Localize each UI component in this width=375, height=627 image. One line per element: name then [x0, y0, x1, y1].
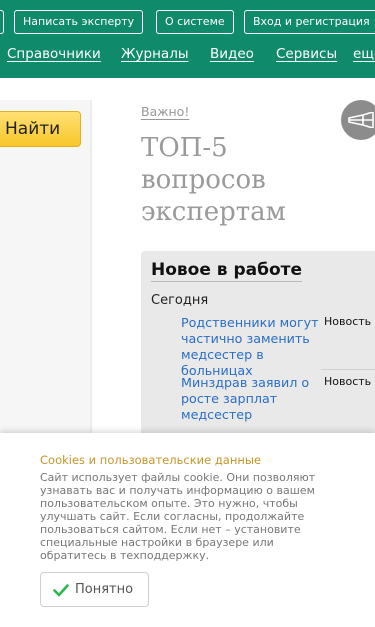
write-expert-button[interactable]: Написать эксперту	[14, 10, 144, 34]
header-button-partial[interactable]	[0, 10, 4, 34]
nav-item-video[interactable]: Видео	[210, 46, 254, 62]
search-panel	[0, 100, 92, 440]
news-link[interactable]: Минздрав заявил о росте зарплат медсесте…	[181, 375, 321, 423]
login-register-button[interactable]: Вход и регистрация	[244, 10, 375, 34]
nav-item-services[interactable]: Сервисы	[276, 46, 337, 62]
search-panel-inner	[0, 100, 90, 440]
important-link[interactable]: Важно!	[141, 104, 189, 119]
nav-item-journals[interactable]: Журналы	[121, 46, 189, 62]
news-tag: Новость	[324, 315, 372, 328]
find-button[interactable]: Найти	[0, 111, 81, 147]
accept-cookies-label: Понятно	[75, 582, 134, 597]
cookie-text: Сайт использует файлы cookie. Они позвол…	[40, 471, 316, 562]
news-link[interactable]: Родственники могут частично заменить мед…	[181, 315, 321, 379]
top5-heading[interactable]: ТОП-5 вопросов экспертам	[141, 132, 341, 228]
news-tag: Новость	[324, 375, 372, 388]
nav-item-more[interactable]: ещё	[353, 46, 375, 62]
news-widget: Новое в работе Сегодня Родственники могу…	[141, 251, 375, 441]
cookie-title: Cookies и пользовательские данные	[40, 453, 262, 467]
news-date-label: Сегодня	[151, 293, 209, 308]
nav-item-reference[interactable]: Справочники	[7, 46, 101, 62]
horn-icon[interactable]	[341, 100, 375, 140]
check-icon	[53, 584, 69, 597]
site-header: Написать эксперту О системе Вход и регис…	[0, 0, 375, 78]
about-system-button[interactable]: О системе	[156, 10, 234, 34]
divider	[321, 369, 375, 370]
news-widget-title[interactable]: Новое в работе	[151, 260, 303, 282]
accept-cookies-button[interactable]: Понятно	[40, 572, 149, 607]
cookie-banner: Cookies и пользовательские данные Сайт и…	[0, 433, 375, 627]
main-nav: Справочники Журналы Видео Сервисы ещё	[0, 46, 375, 68]
